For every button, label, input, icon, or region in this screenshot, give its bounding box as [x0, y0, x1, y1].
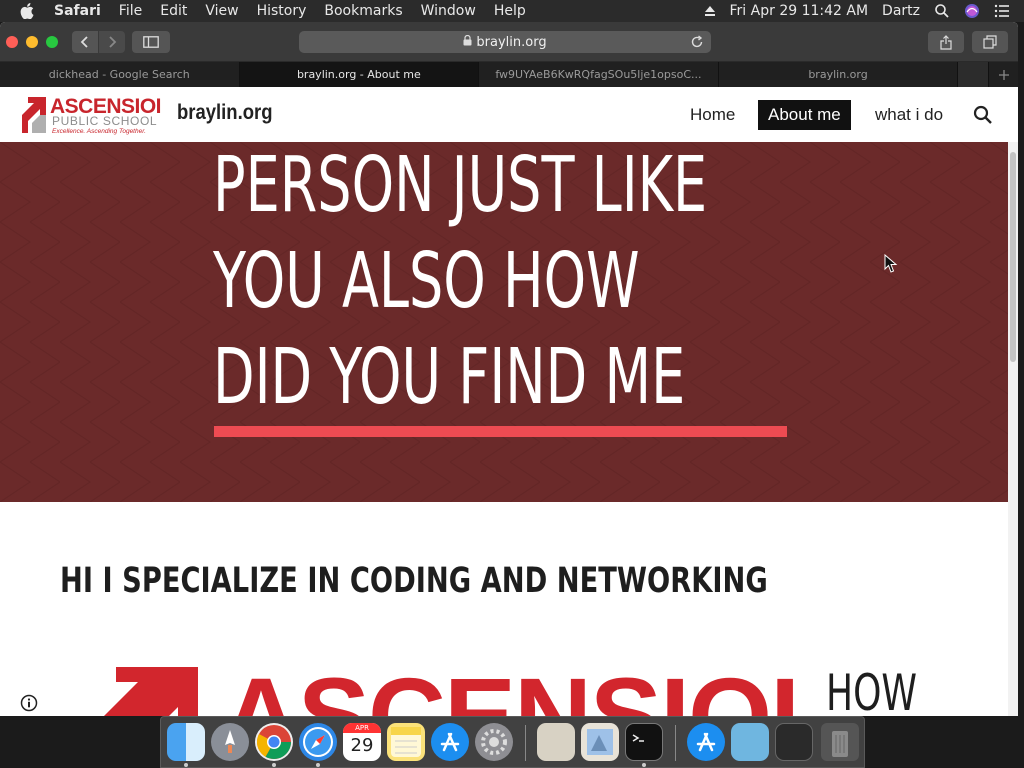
hero-line-1: PERSON JUST LIKE [213, 142, 708, 230]
downloads-stack-icon[interactable] [687, 723, 725, 761]
calendar-month: APR [343, 723, 381, 733]
search-icon[interactable] [972, 104, 994, 126]
plus-icon [998, 69, 1009, 80]
share-icon [940, 34, 952, 50]
hero-line-3: DID YOU FIND ME [213, 333, 686, 422]
tab-braylin[interactable]: braylin.org [719, 62, 959, 87]
address-bar[interactable]: braylin.org [299, 31, 711, 53]
logo-arrow-icon [22, 97, 46, 133]
large-arrow-icon [104, 667, 198, 716]
menu-bookmarks[interactable]: Bookmarks [324, 0, 402, 22]
folder-icon[interactable] [731, 723, 769, 761]
menu-bar: Safari File Edit View History Bookmarks … [0, 0, 1024, 22]
mouse-cursor-icon [884, 254, 898, 273]
hero-underline [214, 426, 787, 437]
nav-about-me[interactable]: About me [758, 100, 851, 130]
tab-bar: dickhead - Google Search braylin.org - A… [0, 62, 1018, 87]
nav-what-i-do[interactable]: what i do [865, 100, 953, 130]
forward-button[interactable] [99, 31, 125, 53]
close-window-button[interactable] [6, 36, 18, 48]
address-text: braylin.org [476, 34, 547, 50]
eject-icon[interactable] [704, 5, 716, 17]
dock-separator-2 [675, 725, 676, 761]
clock[interactable]: Fri Apr 29 11:42 AM [730, 3, 869, 19]
spotlight-icon[interactable] [934, 3, 950, 19]
reload-icon[interactable] [689, 34, 705, 50]
minimize-window-button[interactable] [26, 36, 38, 48]
lock-icon [463, 34, 472, 49]
safari-dock-icon[interactable] [299, 723, 337, 761]
site-title[interactable]: braylin.org [177, 101, 273, 125]
notes-icon[interactable] [387, 723, 425, 761]
preview-icon[interactable] [581, 723, 619, 761]
user-name[interactable]: Dartz [882, 3, 920, 19]
terminal-icon[interactable] [625, 723, 663, 761]
tab-google-search[interactable]: dickhead - Google Search [0, 62, 240, 87]
launchpad-icon[interactable] [211, 723, 249, 761]
site-header: ASCENSIOI PUBLIC SCHOOL Excellence. Asce… [0, 87, 1018, 142]
tab-about-me[interactable]: braylin.org - About me [239, 62, 480, 87]
tab-empty[interactable] [958, 62, 990, 87]
dock-separator [525, 725, 526, 761]
menu-history[interactable]: History [257, 0, 307, 22]
scrollbar-thumb[interactable] [1010, 152, 1016, 362]
terminal-running-dot [642, 763, 646, 767]
safari-window: braylin.org dickhead - Google Search bra… [0, 22, 1018, 716]
siri-icon[interactable] [964, 3, 980, 19]
side-heading: HOW [826, 664, 918, 716]
content-logo-image: ASCENSIOI [88, 645, 795, 716]
logo-subtitle: PUBLIC SCHOOL [52, 114, 158, 128]
safari-running-dot [316, 763, 320, 767]
calendar-icon[interactable]: APR 29 [343, 723, 381, 761]
apple-icon[interactable] [18, 0, 36, 22]
system-preferences-icon[interactable] [475, 723, 513, 761]
site-logo[interactable]: ASCENSIOI PUBLIC SCHOOL Excellence. Asce… [20, 93, 162, 137]
browser-toolbar: braylin.org [0, 22, 1018, 62]
zoom-window-button[interactable] [46, 36, 58, 48]
menu-file[interactable]: File [119, 0, 142, 22]
hero-line-2: YOU ALSO HOW [213, 237, 640, 326]
menu-help[interactable]: Help [494, 0, 526, 22]
calendar-day: 29 [350, 735, 374, 756]
notification-center-icon[interactable] [994, 3, 1010, 19]
chrome-icon[interactable] [255, 723, 293, 761]
back-button[interactable] [72, 31, 98, 53]
minimized-window-icon[interactable] [775, 723, 813, 761]
menu-window[interactable]: Window [421, 0, 476, 22]
trash-icon[interactable] [821, 723, 859, 761]
sidebar-toggle-button[interactable] [132, 31, 170, 53]
chrome-running-dot [272, 763, 276, 767]
show-all-tabs-button[interactable] [972, 31, 1008, 53]
tab-image[interactable]: fw9UYAeB6KwRQfagSOu5lje1opsoC... [479, 62, 719, 87]
dock: APR 29 [160, 716, 865, 768]
page-scrollbar[interactable] [1008, 142, 1018, 716]
sidebar-icon [143, 36, 159, 48]
app-store-icon[interactable] [431, 723, 469, 761]
finder-running-dot [184, 763, 188, 767]
chevron-left-icon [80, 36, 88, 48]
chevron-right-icon [109, 36, 117, 48]
menu-edit[interactable]: Edit [160, 0, 187, 22]
nav-home[interactable]: Home [680, 100, 745, 130]
section-heading: HI I SPECIALIZE IN CODING AND NETWORKING [60, 561, 768, 601]
webpage: ASCENSIOI PUBLIC SCHOOL Excellence. Asce… [0, 87, 1018, 716]
finder-icon[interactable] [167, 723, 205, 761]
content-logo-wordmark: ASCENSIOI [222, 655, 795, 716]
new-tab-button[interactable] [989, 62, 1018, 87]
tabs-overview-icon [983, 35, 997, 49]
logo-tagline: Excellence. Ascending Together. [52, 128, 146, 135]
menu-app-safari[interactable]: Safari [54, 0, 101, 22]
file-thumbnail-icon[interactable] [537, 723, 575, 761]
menu-view[interactable]: View [205, 0, 238, 22]
hero-banner: PERSON JUST LIKE YOU ALSO HOW DID YOU FI… [0, 142, 1008, 502]
share-button[interactable] [928, 31, 964, 53]
info-icon[interactable] [20, 694, 38, 712]
